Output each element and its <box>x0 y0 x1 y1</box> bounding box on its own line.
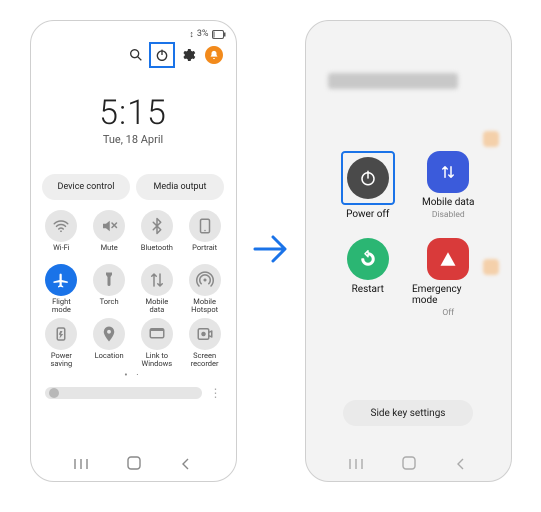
qs-label: Mobile data <box>146 298 169 314</box>
qs-label: Wi-Fi <box>53 244 70 260</box>
clock-date: Tue, 18 April <box>31 133 236 146</box>
recents-icon[interactable] <box>73 456 89 475</box>
brightness-slider[interactable] <box>45 387 202 399</box>
media-output-button[interactable]: Media output <box>136 174 224 200</box>
qs-label: Flight mode <box>52 298 71 314</box>
qs-item-location[interactable]: Location <box>86 318 132 368</box>
more-icon[interactable]: ⋮ <box>210 387 222 399</box>
blurred-badge <box>483 259 499 275</box>
home-icon[interactable] <box>401 455 417 475</box>
record-icon[interactable] <box>189 318 221 350</box>
blurred-title <box>306 43 511 97</box>
arrow-icon <box>249 227 293 275</box>
power-label: Emergency mode <box>412 284 485 306</box>
clock-area: 5:15 Tue, 18 April <box>31 67 236 146</box>
power-icon[interactable] <box>152 45 172 65</box>
power-label: Mobile data <box>422 197 475 208</box>
gear-icon[interactable] <box>178 45 198 65</box>
status-indicator-icon: ↕ <box>189 29 194 40</box>
power-label: Restart <box>352 284 384 295</box>
power-label: Power off <box>346 209 389 220</box>
power-item-power-off[interactable]: Power off <box>332 151 405 220</box>
hotspot-icon[interactable] <box>189 264 221 296</box>
clock-time: 5:15 <box>31 93 236 133</box>
link-icon[interactable] <box>141 318 173 350</box>
qs-item-bluetooth[interactable]: Bluetooth <box>134 210 180 260</box>
qs-item-mobile-data[interactable]: Mobile data <box>134 264 180 314</box>
pager-dots: • · <box>31 370 236 381</box>
quick-settings-grid: Wi-Fi Mute Bluetooth Portrait Flight mode Tor… <box>31 200 236 368</box>
highlight-box <box>341 151 395 205</box>
blurred-badge <box>483 131 499 147</box>
qs-label: Screen recorder <box>191 352 219 368</box>
emergency-icon[interactable] <box>427 238 469 280</box>
nav-bar <box>306 455 511 475</box>
qs-item-mute[interactable]: Mute <box>86 210 132 260</box>
portrait-icon[interactable] <box>189 210 221 242</box>
qs-label: Bluetooth <box>141 244 173 260</box>
airplane-icon[interactable] <box>45 264 77 296</box>
qs-item-link-to-windows[interactable]: Link to Windows <box>134 318 180 368</box>
recents-icon[interactable] <box>348 456 364 475</box>
restart-icon[interactable] <box>347 238 389 280</box>
status-bar: ↕ 3% <box>31 21 236 43</box>
qs-label: Torch <box>100 298 119 314</box>
side-key-settings-button[interactable]: Side key settings <box>343 400 473 426</box>
power-menu-grid: Power off Mobile data Disabled Restart Emerg… <box>306 121 511 318</box>
bluetooth-icon[interactable] <box>141 210 173 242</box>
qs-item-portrait[interactable]: Portrait <box>182 210 228 260</box>
qs-item-torch[interactable]: Torch <box>86 264 132 314</box>
back-icon[interactable] <box>179 456 193 475</box>
qs-item-mobile-hotspot[interactable]: Mobile Hotspot <box>182 264 228 314</box>
device-control-button[interactable]: Device control <box>42 174 130 200</box>
pill-row: Device control Media output <box>31 174 236 200</box>
power-sublabel: Disabled <box>432 210 465 220</box>
status-bar <box>306 21 511 43</box>
qs-label: Power saving <box>51 352 73 368</box>
qs-label: Mobile Hotspot <box>191 298 218 314</box>
power-icon[interactable] <box>347 157 389 199</box>
notifications-icon[interactable] <box>204 45 224 65</box>
power-item-emergency[interactable]: Emergency mode Off <box>412 238 485 318</box>
mobiledata-icon[interactable] <box>141 264 173 296</box>
qs-item-power-saving[interactable]: Power saving <box>39 318 85 368</box>
power-item-restart[interactable]: Restart <box>332 238 405 318</box>
location-icon[interactable] <box>93 318 125 350</box>
qs-label: Location <box>95 352 124 368</box>
updown-icon[interactable] <box>427 151 469 193</box>
qs-item-screen-recorder[interactable]: Screen recorder <box>182 318 228 368</box>
back-icon[interactable] <box>454 456 468 475</box>
battery-icon <box>212 30 226 39</box>
qs-label: Mute <box>101 244 118 260</box>
battery-percent: 3% <box>197 29 209 39</box>
home-icon[interactable] <box>126 455 142 475</box>
qs-item-wifi[interactable]: Wi-Fi <box>39 210 85 260</box>
power-sublabel: Off <box>442 308 454 318</box>
phone-quick-settings: ↕ 3% <box>30 20 237 482</box>
mute-icon[interactable] <box>93 210 125 242</box>
qs-label: Portrait <box>192 244 217 260</box>
wifi-icon[interactable] <box>45 210 77 242</box>
powersave-icon[interactable] <box>45 318 77 350</box>
search-icon[interactable] <box>126 45 146 65</box>
qs-label: Link to Windows <box>142 352 173 368</box>
brightness-row: ⋮ <box>31 381 236 405</box>
qs-item-flight-mode[interactable]: Flight mode <box>39 264 85 314</box>
nav-bar <box>31 455 236 475</box>
top-action-row <box>31 43 236 67</box>
torch-icon[interactable] <box>93 264 125 296</box>
brightness-thumb[interactable] <box>49 388 59 398</box>
power-item-mobile-data[interactable]: Mobile data Disabled <box>412 151 485 220</box>
phone-power-menu: Power off Mobile data Disabled Restart Emerg… <box>305 20 512 482</box>
